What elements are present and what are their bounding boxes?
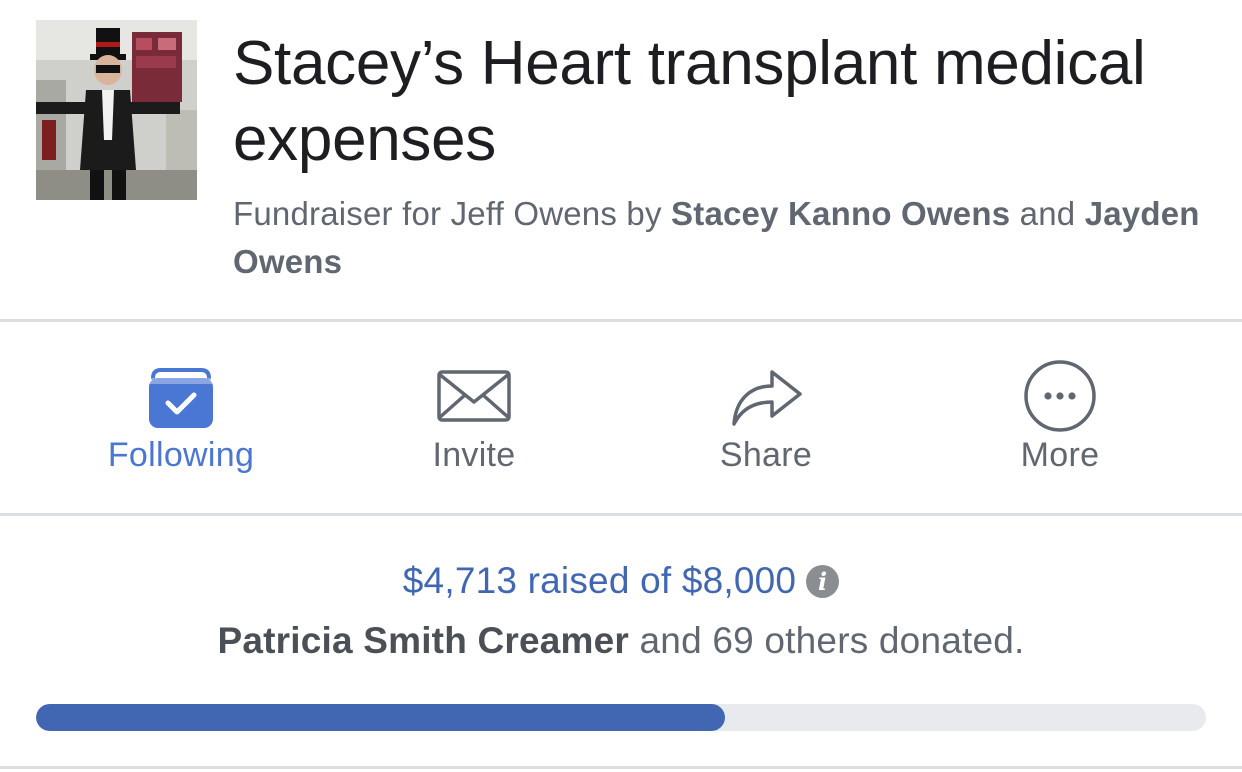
- byline-joiner: and: [1019, 195, 1076, 232]
- more-button[interactable]: More: [914, 322, 1206, 513]
- fundraiser-header: Stacey’s Heart transplant medical expens…: [0, 0, 1242, 320]
- info-icon[interactable]: i: [806, 565, 840, 598]
- more-dots-icon: [1020, 356, 1100, 436]
- fundraiser-cover-photo[interactable]: [36, 20, 197, 200]
- share-button[interactable]: Share: [620, 322, 912, 513]
- donors-summary: Patricia Smith Creamer and 69 others don…: [0, 616, 1242, 666]
- photo-illustration: [36, 20, 197, 200]
- invite-button[interactable]: Invite: [328, 322, 620, 513]
- following-check-icon: [141, 356, 221, 436]
- raised-summary: $4,713 raised of $8,000 i: [0, 556, 1242, 606]
- top-donor-link[interactable]: Patricia Smith Creamer: [217, 620, 629, 661]
- divider: [0, 513, 1242, 516]
- share-label: Share: [719, 436, 813, 474]
- following-label: Following: [107, 436, 255, 474]
- divider: [0, 766, 1242, 769]
- share-arrow-icon: [726, 356, 806, 436]
- invite-label: Invite: [432, 436, 516, 474]
- action-bar: Following Invite Share More: [0, 322, 1242, 513]
- progress-bar: [36, 704, 1206, 731]
- raised-amount-text: $4,713 raised of $8,000: [402, 560, 797, 601]
- organizer-link-1[interactable]: Stacey Kanno Owens: [671, 195, 1010, 232]
- more-label: More: [1020, 436, 1100, 474]
- envelope-icon: [434, 356, 514, 436]
- following-button[interactable]: Following: [35, 322, 327, 513]
- fundraiser-byline: Fundraiser for Jeff Owens by Stacey Kann…: [233, 190, 1223, 286]
- byline-prefix: Fundraiser for Jeff Owens by: [233, 195, 662, 232]
- fundraiser-title[interactable]: Stacey’s Heart transplant medical expens…: [233, 26, 1213, 178]
- progress-bar-fill: [36, 704, 726, 731]
- donors-suffix[interactable]: and 69 others donated.: [640, 620, 1025, 661]
